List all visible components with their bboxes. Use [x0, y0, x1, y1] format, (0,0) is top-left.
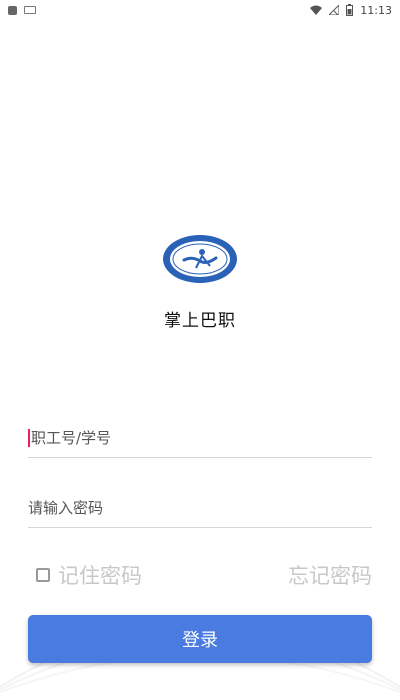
login-button[interactable]: 登录 — [28, 615, 372, 663]
remember-checkbox[interactable] — [36, 568, 50, 582]
status-time: 11:13 — [360, 3, 392, 17]
wifi-icon — [310, 5, 323, 15]
college-emblem-icon — [162, 234, 238, 284]
no-signal-icon — [329, 5, 340, 15]
remember-password[interactable]: 记住密码 — [36, 560, 142, 590]
app-notification-icon — [8, 5, 17, 15]
keyboard-icon — [24, 6, 36, 14]
status-left — [8, 5, 36, 15]
login-screen: 11:13 掌上巴职 记住密码 忘记密码 登录 — [0, 0, 400, 700]
password-field[interactable] — [28, 488, 372, 528]
remember-label: 记住密码 — [58, 564, 142, 588]
app-name: 掌上巴职 — [164, 311, 236, 331]
forgot-password-link[interactable]: 忘记密码 — [288, 560, 372, 590]
status-bar: 11:13 — [0, 0, 400, 20]
battery-icon — [346, 4, 354, 16]
username-input[interactable] — [31, 428, 351, 447]
password-input[interactable] — [28, 498, 348, 517]
text-cursor — [28, 428, 30, 447]
username-field[interactable] — [28, 418, 372, 458]
status-right: 11:13 — [310, 4, 392, 17]
